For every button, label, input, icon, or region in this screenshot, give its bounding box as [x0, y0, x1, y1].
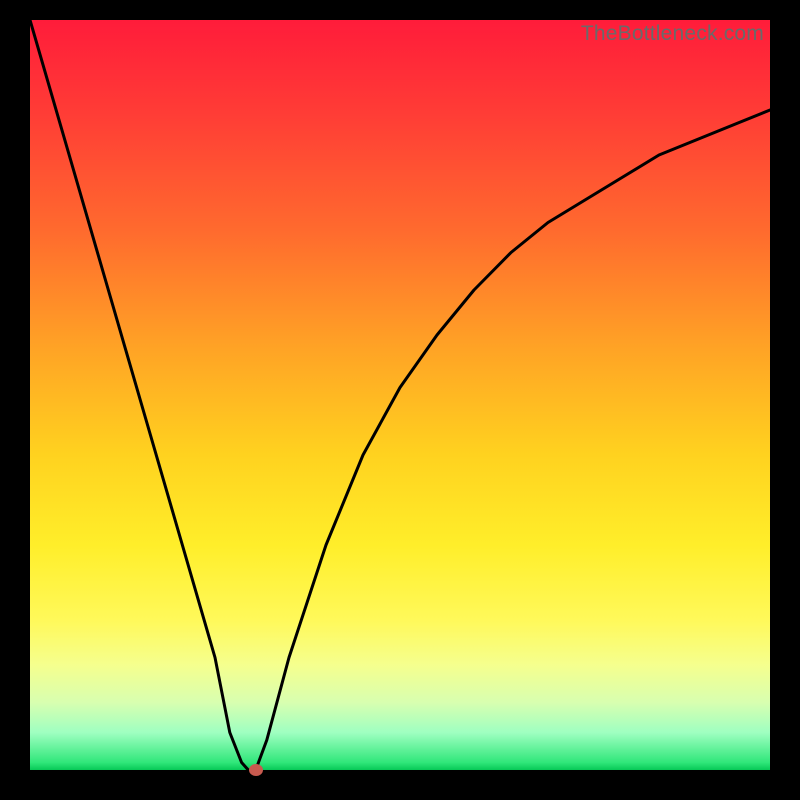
plot-area: TheBottleneck.com — [30, 20, 770, 770]
minimum-marker — [249, 764, 263, 776]
curve-svg — [30, 20, 770, 770]
bottleneck-curve-path — [30, 20, 770, 770]
chart-frame: TheBottleneck.com — [0, 0, 800, 800]
